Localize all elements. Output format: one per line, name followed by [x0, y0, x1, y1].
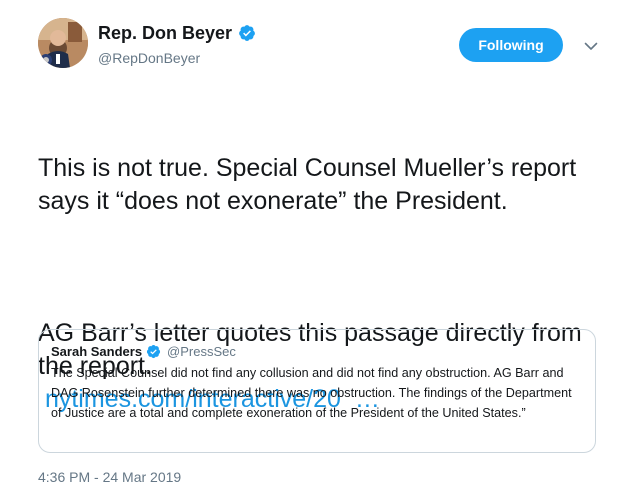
verified-badge-icon — [239, 25, 255, 41]
tweet-timestamp[interactable]: 4:36 PM - 24 Mar 2019 — [38, 468, 181, 486]
author-display-name[interactable]: Rep. Don Beyer — [98, 22, 232, 44]
quoted-author-handle: @PressSec — [167, 343, 236, 359]
quoted-verified-badge-icon — [146, 344, 161, 358]
author-avatar[interactable] — [38, 18, 88, 68]
chevron-down-icon[interactable] — [583, 38, 599, 54]
quoted-tweet-text: The Special Counsel did not find any col… — [51, 366, 572, 420]
following-button[interactable]: Following — [459, 28, 563, 62]
author-name-row[interactable]: Rep. Don Beyer — [98, 22, 256, 44]
quoted-tweet-header: Sarah Sanders @PressSec — [51, 342, 583, 360]
tweet-paragraph-1: This is not true. Special Counsel Muelle… — [38, 154, 584, 215]
quoted-tweet[interactable]: Sarah Sanders @PressSec The Special Coun… — [38, 329, 596, 453]
avatar-photo-icon — [38, 18, 88, 68]
quoted-author-name: Sarah Sanders — [51, 343, 143, 359]
author-handle[interactable]: @RepDonBeyer — [98, 49, 200, 67]
tweet-card: Rep. Don Beyer @RepDonBeyer Following Th… — [0, 0, 631, 494]
